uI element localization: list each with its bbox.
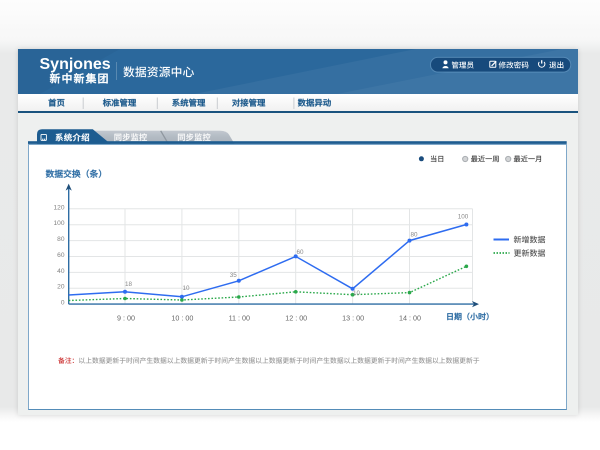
- svg-text:100: 100: [458, 213, 469, 220]
- svg-text:60: 60: [296, 249, 304, 256]
- svg-text:10: 10: [353, 290, 361, 297]
- svg-text:100: 100: [53, 220, 64, 227]
- svg-text:18: 18: [125, 281, 133, 288]
- svg-text:11 : 00: 11 : 00: [229, 314, 250, 323]
- svg-text:0: 0: [61, 300, 65, 307]
- svg-text:60: 60: [57, 252, 65, 259]
- svg-text:80: 80: [410, 231, 418, 238]
- svg-text:10: 10: [182, 285, 190, 292]
- svg-text:120: 120: [53, 204, 64, 211]
- svg-text:Synjones: Synjones: [40, 56, 111, 73]
- svg-text:10 : 00: 10 : 00: [171, 314, 193, 323]
- svg-text:20: 20: [57, 284, 65, 291]
- svg-text:9 : 00: 9 : 00: [117, 314, 135, 323]
- svg-text:12 : 00: 12 : 00: [285, 314, 307, 323]
- svg-text:40: 40: [57, 268, 65, 275]
- svg-text:35: 35: [230, 272, 238, 279]
- svg-text:14 : 00: 14 : 00: [399, 314, 421, 323]
- svg-text:80: 80: [57, 236, 65, 243]
- svg-text:13 : 00: 13 : 00: [342, 314, 364, 323]
